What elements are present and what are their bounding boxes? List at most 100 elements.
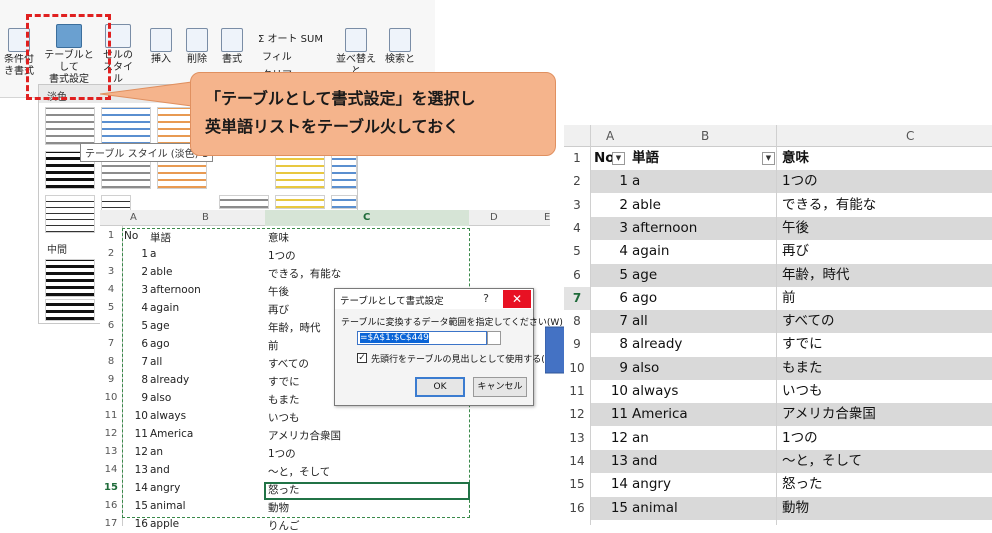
cell-no: 12 [610,429,628,446]
ok-button[interactable]: OK [415,377,465,397]
cell-no: 10 [134,410,148,422]
fill-button[interactable]: フィル [262,48,292,63]
cell-no: 1 [619,173,628,190]
row-header[interactable]: 9 [100,374,122,385]
cell-meaning: ～と，そして [782,452,863,469]
row-header[interactable]: 7 [100,338,122,349]
table-style-swatch[interactable] [219,195,269,209]
callout-tail [100,81,193,107]
cell-word: already [150,374,190,386]
cell-no: 8 [619,336,628,353]
cell-no: 14 [610,476,628,493]
cell-word: again [150,302,180,314]
table-row: 9 8 already すでに [564,333,992,357]
cell-meaning: できる，有能な [268,268,342,280]
right-col-b: B [701,129,710,143]
sort-filter-button[interactable]: 並べ替えと [336,28,376,78]
delete-button[interactable]: 削除 [181,28,213,66]
row-header[interactable]: 2 [100,248,122,259]
row-header[interactable]: 12 [564,403,590,427]
cell-meaning: 動物 [782,499,809,516]
cell-no: 3 [141,284,148,296]
filter-dropdown-icon[interactable]: ▼ [762,152,775,165]
row-header[interactable]: 4 [100,284,122,295]
filter-dropdown-icon[interactable]: ▼ [612,152,625,165]
row-header[interactable]: 1 [564,147,590,170]
insert-label: 挿入 [151,54,171,65]
row-header[interactable]: 5 [564,240,590,264]
row-header[interactable]: 13 [100,446,122,457]
cell-no: 5 [619,266,628,283]
right-col-a: A [606,129,615,143]
row-header[interactable]: 10 [564,356,590,380]
autosum-button[interactable]: Σ オート SUM [258,30,323,45]
header-row-checkbox[interactable]: ✓ [357,353,367,363]
cell-meaning: いつも [782,383,823,399]
row-header[interactable]: 3 [564,193,590,217]
row-header[interactable]: 4 [564,216,590,240]
table-style-swatch[interactable] [45,299,95,321]
row-header[interactable]: 9 [564,333,590,357]
cell-no: 15 [610,499,628,516]
row-header[interactable]: 15 [564,473,590,497]
range-value: =$A$1:$C$449 [360,333,429,343]
row-header[interactable]: 16 [564,496,590,520]
cancel-button[interactable]: キャンセル [473,377,527,397]
cell-meaning: 動物 [268,502,289,514]
table-style-swatch[interactable] [331,195,357,209]
row-header[interactable]: 17 [100,518,122,529]
find-select-button[interactable]: 検索と [380,28,420,66]
insert-button[interactable]: 挿入 [145,28,177,66]
row-header[interactable]: 7 [564,286,590,310]
row-header[interactable]: 13 [564,426,590,450]
column-gridline [590,125,591,525]
cell-no: 14 [134,482,148,494]
row-header[interactable]: 10 [100,392,122,403]
table-style-swatch[interactable] [331,151,357,189]
cell-word: able [632,196,661,213]
cell-meaning: りんご [268,520,300,532]
row-header[interactable]: 1 [100,230,122,241]
table-style-swatch[interactable] [45,259,95,297]
cell-word: ago [632,289,658,306]
format-label: 書式 [222,54,242,65]
range-picker-icon[interactable] [487,331,501,345]
cell-no: 7 [619,313,628,330]
row-header[interactable]: 11 [564,380,590,403]
row-header[interactable]: 14 [100,464,122,475]
row-header[interactable]: 8 [564,310,590,334]
sort-filter-icon [345,28,367,52]
cell-no: 12 [134,446,148,458]
cell-no: 4 [619,243,628,260]
help-icon[interactable]: ? [483,292,489,305]
row-header[interactable]: 3 [100,266,122,277]
row-header[interactable]: 12 [100,428,122,439]
cell-meaning: 1つの [782,429,818,446]
table-style-swatch[interactable] [275,195,325,209]
row-header[interactable]: 6 [100,320,122,331]
header-meaning: 意味 [782,150,809,166]
row-header[interactable]: 16 [100,500,122,511]
table-row: 2 1 a 1つの [564,170,992,194]
row-header[interactable]: 11 [100,410,122,421]
format-button[interactable]: 書式 [216,28,248,66]
row-header[interactable]: 5 [100,302,122,313]
cell-meaning: 1つの [268,250,296,262]
row-header[interactable]: 14 [564,449,590,473]
close-button[interactable]: ✕ [503,290,531,308]
row-header[interactable]: 6 [564,263,590,287]
cell-word: again [632,243,670,260]
right-col-c: C [906,129,915,143]
table-row: 13 12 an 1つの [564,426,992,450]
range-prompt: テーブルに変換するデータ範囲を指定してください(W) [341,318,563,328]
range-input[interactable]: =$A$1:$C$449 [357,331,487,345]
table-style-swatch[interactable] [275,151,325,189]
row-header[interactable]: 2 [564,170,590,194]
cell-word: all [632,313,648,330]
row-header[interactable]: 8 [100,356,122,367]
cell-word: all [150,356,163,368]
row-header[interactable]: 15 [100,482,122,493]
table-style-swatch[interactable] [101,107,151,145]
table-style-swatch[interactable] [45,107,95,145]
table-style-swatch[interactable] [45,195,95,233]
